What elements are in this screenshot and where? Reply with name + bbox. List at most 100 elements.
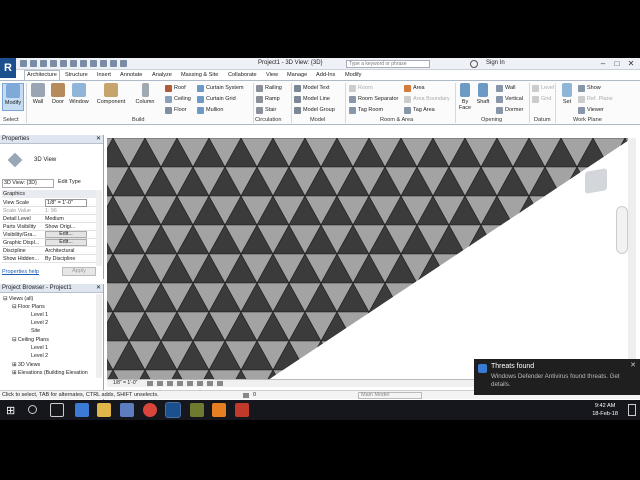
- minimize-icon[interactable]: –: [596, 58, 610, 70]
- apply-button[interactable]: Apply: [62, 267, 96, 276]
- notification-toast[interactable]: Threats found Windows Defender Antivirus…: [474, 359, 640, 395]
- wall-button[interactable]: Wall: [27, 83, 49, 111]
- grid-button[interactable]: Grid: [532, 95, 551, 104]
- floor-button[interactable]: Floor: [165, 106, 187, 115]
- curtain-system-button[interactable]: Curtain System: [197, 84, 244, 93]
- tab-modify[interactable]: Modify: [343, 71, 363, 80]
- revit-taskbar-icon[interactable]: [165, 402, 181, 418]
- roof-button[interactable]: Roof: [165, 84, 186, 93]
- tree-item[interactable]: ⊞ Elevations (Building Elevation: [12, 369, 88, 377]
- windows-start-icon[interactable]: ⊞: [6, 404, 15, 417]
- app-icon[interactable]: [190, 403, 204, 417]
- set-button[interactable]: Set: [557, 83, 577, 111]
- user-icon[interactable]: [470, 60, 478, 68]
- text-icon[interactable]: [90, 60, 97, 67]
- autocad-icon[interactable]: [235, 403, 249, 417]
- dormer-button[interactable]: Dormer: [496, 106, 523, 115]
- tab-annotate[interactable]: Annotate: [118, 71, 144, 80]
- redo-icon[interactable]: [50, 60, 57, 67]
- door-button[interactable]: Door: [47, 83, 69, 111]
- vertical-opening-button[interactable]: Vertical: [496, 95, 523, 104]
- model-text-button[interactable]: Model Text: [294, 84, 330, 93]
- prop-row[interactable]: Parts Visibility Show Origi...: [2, 223, 96, 231]
- clock[interactable]: 9:42 AM 18-Feb-18: [592, 402, 618, 418]
- component-button[interactable]: Component: [96, 83, 126, 111]
- measure-icon[interactable]: [70, 60, 77, 67]
- edge-icon[interactable]: [75, 403, 89, 417]
- tree-item[interactable]: ⊟ Ceiling Plans: [12, 336, 49, 344]
- save-icon[interactable]: [30, 60, 37, 67]
- ceiling-button[interactable]: Ceiling: [165, 95, 191, 104]
- stair-button[interactable]: Stair: [256, 106, 276, 115]
- view-scrollbar[interactable]: [628, 138, 636, 379]
- curtain-grid-button[interactable]: Curtain Grid: [197, 95, 236, 104]
- ramp-button[interactable]: Ramp: [256, 95, 280, 104]
- ref-plane-button[interactable]: Ref. Plane: [578, 95, 613, 104]
- window-button[interactable]: Window: [68, 83, 90, 111]
- search-icon[interactable]: [28, 405, 37, 414]
- undo-icon[interactable]: [40, 60, 47, 67]
- prop-row[interactable]: Show Hidden... By Discipline: [2, 255, 96, 263]
- visibility-edit-button[interactable]: Edit...: [45, 231, 87, 238]
- tab-manage[interactable]: Manage: [285, 71, 309, 80]
- tab-massing-site[interactable]: Massing & Site: [179, 71, 220, 80]
- lock-icon[interactable]: [207, 381, 213, 386]
- tab-structure[interactable]: Structure: [63, 71, 90, 80]
- railing-button[interactable]: Railing: [256, 84, 282, 93]
- tab-add-ins[interactable]: Add-Ins: [314, 71, 337, 80]
- app-icon[interactable]: [212, 403, 226, 417]
- worksets-icon[interactable]: [243, 393, 249, 398]
- tab-architecture[interactable]: Architecture: [24, 70, 60, 80]
- close-icon[interactable]: ✕: [624, 58, 638, 70]
- room-button[interactable]: Room: [349, 84, 373, 93]
- viewcube-icon[interactable]: [585, 168, 607, 194]
- print-icon[interactable]: [60, 60, 67, 67]
- prop-row[interactable]: Discipline Architectural: [2, 247, 96, 255]
- tree-item[interactable]: Level 1: [31, 311, 48, 319]
- edit-type-button[interactable]: Edit Type: [58, 179, 81, 185]
- store-icon[interactable]: [120, 403, 134, 417]
- show-button[interactable]: Show: [578, 84, 601, 93]
- tree-item[interactable]: Level 1: [31, 344, 48, 352]
- chrome-icon[interactable]: [143, 403, 157, 417]
- model-line-button[interactable]: Model Line: [294, 95, 330, 104]
- instance-selector[interactable]: 3D View: {3D}: [2, 179, 54, 188]
- viewer-button[interactable]: Viewer: [578, 106, 604, 115]
- render-icon[interactable]: [187, 381, 193, 386]
- tag-area-button[interactable]: Tag Area: [404, 106, 435, 115]
- 3d-view-canvas[interactable]: [107, 138, 632, 384]
- tree-item[interactable]: ⊟ Views (all): [3, 295, 33, 303]
- tab-view[interactable]: View: [264, 71, 280, 80]
- maximize-icon[interactable]: □: [610, 58, 624, 70]
- revit-logo-icon[interactable]: R: [0, 58, 16, 78]
- close-icon[interactable]: ✕: [630, 361, 636, 369]
- room-separator-button[interactable]: Room Separator: [349, 95, 398, 104]
- column-button[interactable]: Column: [134, 83, 156, 111]
- hide-icon[interactable]: [217, 381, 223, 386]
- prop-row[interactable]: Detail Level Medium: [2, 215, 96, 223]
- by-face-button[interactable]: By Face: [457, 83, 473, 111]
- panel-select[interactable]: Select: [3, 117, 19, 123]
- modify-button[interactable]: Modify: [2, 83, 24, 111]
- shadows-icon[interactable]: [177, 381, 183, 386]
- level-button[interactable]: Level: [532, 84, 554, 93]
- tag-room-button[interactable]: Tag Room: [349, 106, 383, 115]
- sun-path-icon[interactable]: [167, 381, 173, 386]
- area-button[interactable]: Area: [404, 84, 425, 93]
- sign-in-button[interactable]: Sign In: [486, 60, 505, 66]
- navigation-bar[interactable]: [616, 206, 628, 254]
- tab-collaborate[interactable]: Collaborate: [226, 71, 259, 80]
- task-view-icon[interactable]: [50, 403, 64, 417]
- section-icon[interactable]: [110, 60, 117, 67]
- tag-icon[interactable]: [80, 60, 87, 67]
- properties-scrollbar[interactable]: [96, 190, 102, 266]
- browser-scrollbar[interactable]: [96, 294, 102, 378]
- tree-item[interactable]: ⊟ Floor Plans: [12, 303, 45, 311]
- area-boundary-button[interactable]: Area Boundary: [404, 95, 450, 104]
- search-input[interactable]: Type a keyword or phrase: [346, 60, 430, 68]
- mullion-button[interactable]: Mullion: [197, 106, 223, 115]
- model-group-button[interactable]: Model Group: [294, 106, 335, 115]
- tree-item[interactable]: Site: [31, 327, 40, 335]
- close-hidden-icon[interactable]: [120, 60, 127, 67]
- graphic-display-edit-button[interactable]: Edit...: [45, 239, 87, 246]
